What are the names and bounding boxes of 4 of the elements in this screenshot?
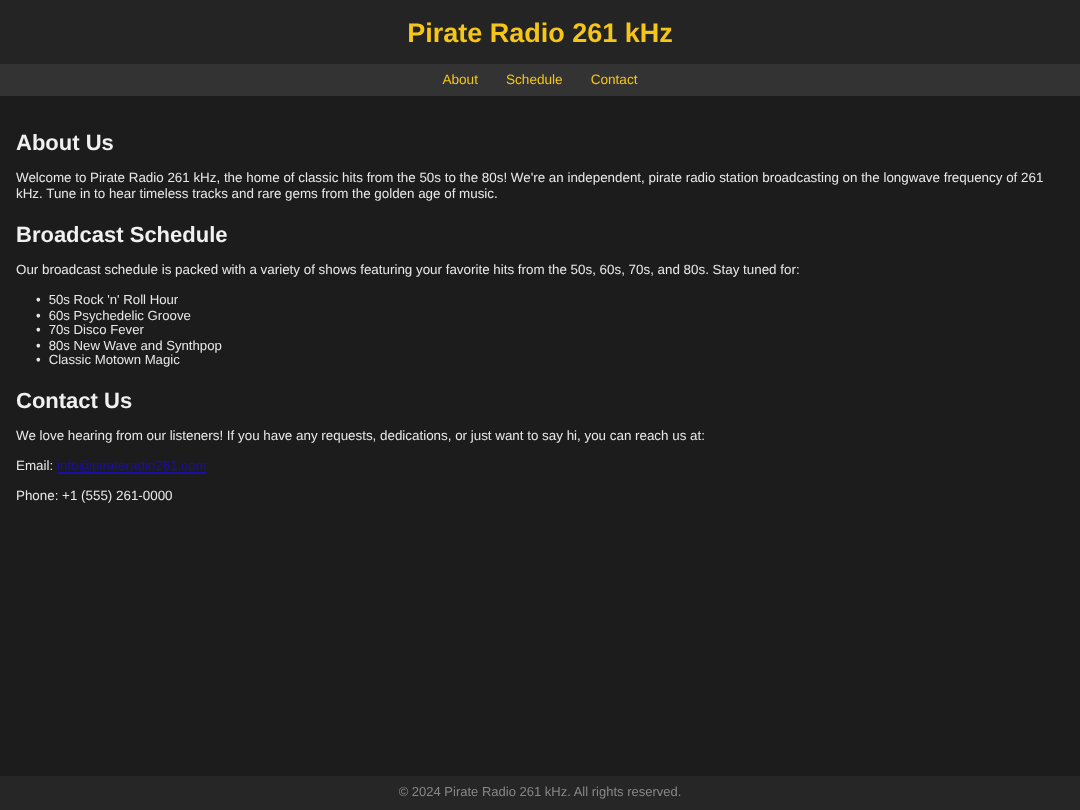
section-heading: Broadcast Schedule [16, 224, 230, 248]
section-heading: About Us [16, 132, 116, 156]
section-heading: Contact Us [16, 389, 135, 414]
site-title: Pirate Radio 261 kHz [407, 17, 673, 47]
